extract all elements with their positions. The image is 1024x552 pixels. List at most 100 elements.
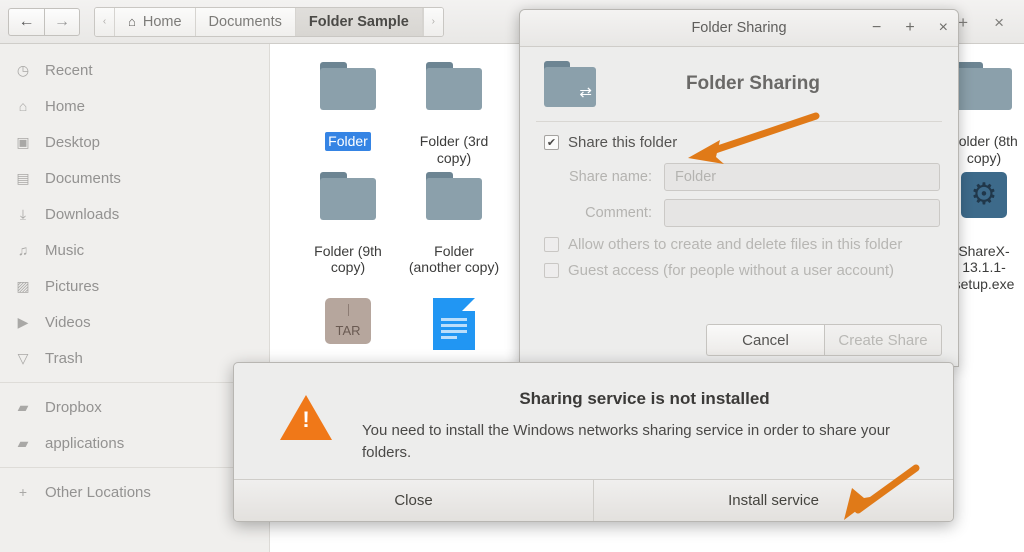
folder-icon	[295, 62, 401, 132]
sidebar-item-desktop[interactable]: ▣ Desktop	[0, 124, 269, 160]
plus-icon: +	[14, 484, 32, 500]
share-this-folder-row[interactable]: ✔ Share this folder	[520, 122, 958, 159]
sidebar-item-trash[interactable]: ▽ Trash	[0, 340, 269, 376]
share-name-label: Share name:	[544, 169, 664, 185]
sidebar-item-dropbox[interactable]: ▰ Dropbox	[0, 389, 269, 425]
sidebar-item-pictures[interactable]: ▨ Pictures	[0, 268, 269, 304]
sidebar-item-videos[interactable]: ▶ Videos	[0, 304, 269, 340]
breadcrumb: ‹ ⌂ Home Documents Folder Sample ›	[94, 7, 444, 37]
file-item[interactable]: Folder (9th copy)	[295, 168, 401, 294]
folder-sharing-dialog: Folder Sharing − + × ⇄ Folder Sharing ✔ …	[519, 9, 959, 367]
share-this-folder-label: Share this folder	[568, 134, 677, 151]
sidebar-item-other-locations[interactable]: + Other Locations	[0, 474, 269, 510]
allow-others-checkbox[interactable]	[544, 237, 559, 252]
file-label: Folder (3rd copy)	[404, 132, 504, 167]
navigation-buttons: ← →	[8, 8, 80, 36]
screenshot-root: ← → ‹ ⌂ Home Documents Folder Sample › −…	[0, 0, 1024, 552]
forward-button[interactable]: →	[44, 8, 80, 36]
sidebar-item-label: Pictures	[45, 278, 99, 295]
create-share-button[interactable]: Create Share	[824, 324, 942, 356]
dialog-window-controls: − + ×	[872, 20, 948, 36]
sidebar-item-label: Home	[45, 98, 85, 115]
picture-icon: ▨	[14, 278, 32, 295]
sidebar-divider	[0, 382, 269, 383]
folder-icon: ▰	[14, 399, 32, 416]
sidebar-item-label: Other Locations	[45, 484, 151, 501]
close-icon[interactable]: ×	[994, 14, 1004, 31]
close-icon[interactable]: ×	[939, 20, 948, 36]
desktop-icon: ▣	[14, 134, 32, 151]
sidebar-item-downloads[interactable]: ⤓ Downloads	[0, 196, 269, 232]
file-label: Folder	[325, 132, 371, 151]
file-item[interactable]: Folder (another copy)	[401, 168, 507, 294]
video-icon: ▶	[14, 314, 32, 331]
download-icon: ⤓	[14, 206, 32, 223]
warning-triangle-icon	[280, 385, 332, 464]
sidebar-divider	[0, 467, 269, 468]
breadcrumb-scroll-right[interactable]: ›	[423, 8, 443, 36]
breadcrumb-item-documents[interactable]: Documents	[196, 8, 296, 36]
dialog-button-row: Cancel Create Share	[520, 324, 958, 366]
sidebar: ◷ Recent ⌂ Home ▣ Desktop ▤ Documents ⤓ …	[0, 44, 270, 552]
file-label: Folder (another copy)	[404, 242, 504, 277]
share-name-input[interactable]: Folder	[664, 163, 940, 191]
cancel-button[interactable]: Cancel	[706, 324, 824, 356]
sidebar-item-label: Dropbox	[45, 399, 102, 416]
folder-icon	[295, 172, 401, 242]
minimize-icon[interactable]: −	[872, 20, 881, 36]
warning-message: You need to install the Windows networks…	[362, 420, 927, 464]
warning-button-row: Close Install service	[234, 479, 953, 521]
close-button[interactable]: Close	[234, 480, 594, 521]
tar-archive-icon: TAR	[295, 298, 401, 368]
sidebar-item-label: Downloads	[45, 206, 119, 223]
dialog-titlebar: Folder Sharing − + ×	[520, 10, 958, 47]
document-icon: ▤	[14, 170, 32, 187]
sidebar-item-label: Videos	[45, 314, 91, 331]
dialog-heading: Folder Sharing	[596, 73, 940, 95]
sidebar-item-label: applications	[45, 435, 124, 452]
comment-row: Comment:	[520, 191, 958, 227]
shared-folder-icon: ⇄	[544, 61, 596, 107]
guest-access-row[interactable]: Guest access (for people without a user …	[520, 253, 958, 279]
comment-input[interactable]	[664, 199, 940, 227]
sidebar-item-applications[interactable]: ▰ applications	[0, 425, 269, 461]
sidebar-item-documents[interactable]: ▤ Documents	[0, 160, 269, 196]
breadcrumb-item-home[interactable]: ⌂ Home	[115, 8, 196, 36]
file-item[interactable]: Folder	[295, 58, 401, 168]
sidebar-item-recent[interactable]: ◷ Recent	[0, 52, 269, 88]
folder-icon: ▰	[14, 435, 32, 452]
breadcrumb-label: Home	[143, 14, 182, 30]
install-service-button[interactable]: Install service	[594, 480, 953, 521]
document-icon	[401, 298, 507, 368]
guest-access-label: Guest access (for people without a user …	[568, 262, 894, 279]
sidebar-item-label: Desktop	[45, 134, 100, 151]
dialog-header: ⇄ Folder Sharing	[520, 47, 958, 119]
folder-icon	[401, 62, 507, 132]
dialog-title: Folder Sharing	[691, 20, 786, 36]
clock-icon: ◷	[14, 62, 32, 79]
allow-others-row[interactable]: Allow others to create and delete files …	[520, 227, 958, 253]
music-icon: ♫	[14, 242, 32, 258]
folder-icon	[401, 172, 507, 242]
sidebar-item-label: Documents	[45, 170, 121, 187]
share-this-folder-checkbox[interactable]: ✔	[544, 135, 559, 150]
file-label: Folder (9th copy)	[298, 242, 398, 277]
allow-others-label: Allow others to create and delete files …	[568, 236, 902, 253]
sidebar-item-label: Recent	[45, 62, 93, 79]
sidebar-item-label: Music	[45, 242, 84, 259]
sidebar-item-home[interactable]: ⌂ Home	[0, 88, 269, 124]
breadcrumb-scroll-left[interactable]: ‹	[95, 8, 115, 36]
share-name-row: Share name: Folder	[520, 159, 958, 191]
maximize-icon[interactable]: +	[958, 14, 968, 31]
warning-body: Sharing service is not installed You nee…	[234, 363, 953, 464]
home-icon: ⌂	[128, 14, 136, 29]
file-item[interactable]: Folder (3rd copy)	[401, 58, 507, 168]
maximize-icon[interactable]: +	[905, 20, 914, 36]
warning-title: Sharing service is not installed	[362, 389, 927, 409]
back-button[interactable]: ←	[8, 8, 44, 36]
trash-icon: ▽	[14, 350, 32, 367]
guest-access-checkbox[interactable]	[544, 263, 559, 278]
sidebar-item-music[interactable]: ♫ Music	[0, 232, 269, 268]
breadcrumb-item-folder-sample[interactable]: Folder Sample	[296, 8, 423, 36]
sidebar-item-label: Trash	[45, 350, 83, 367]
